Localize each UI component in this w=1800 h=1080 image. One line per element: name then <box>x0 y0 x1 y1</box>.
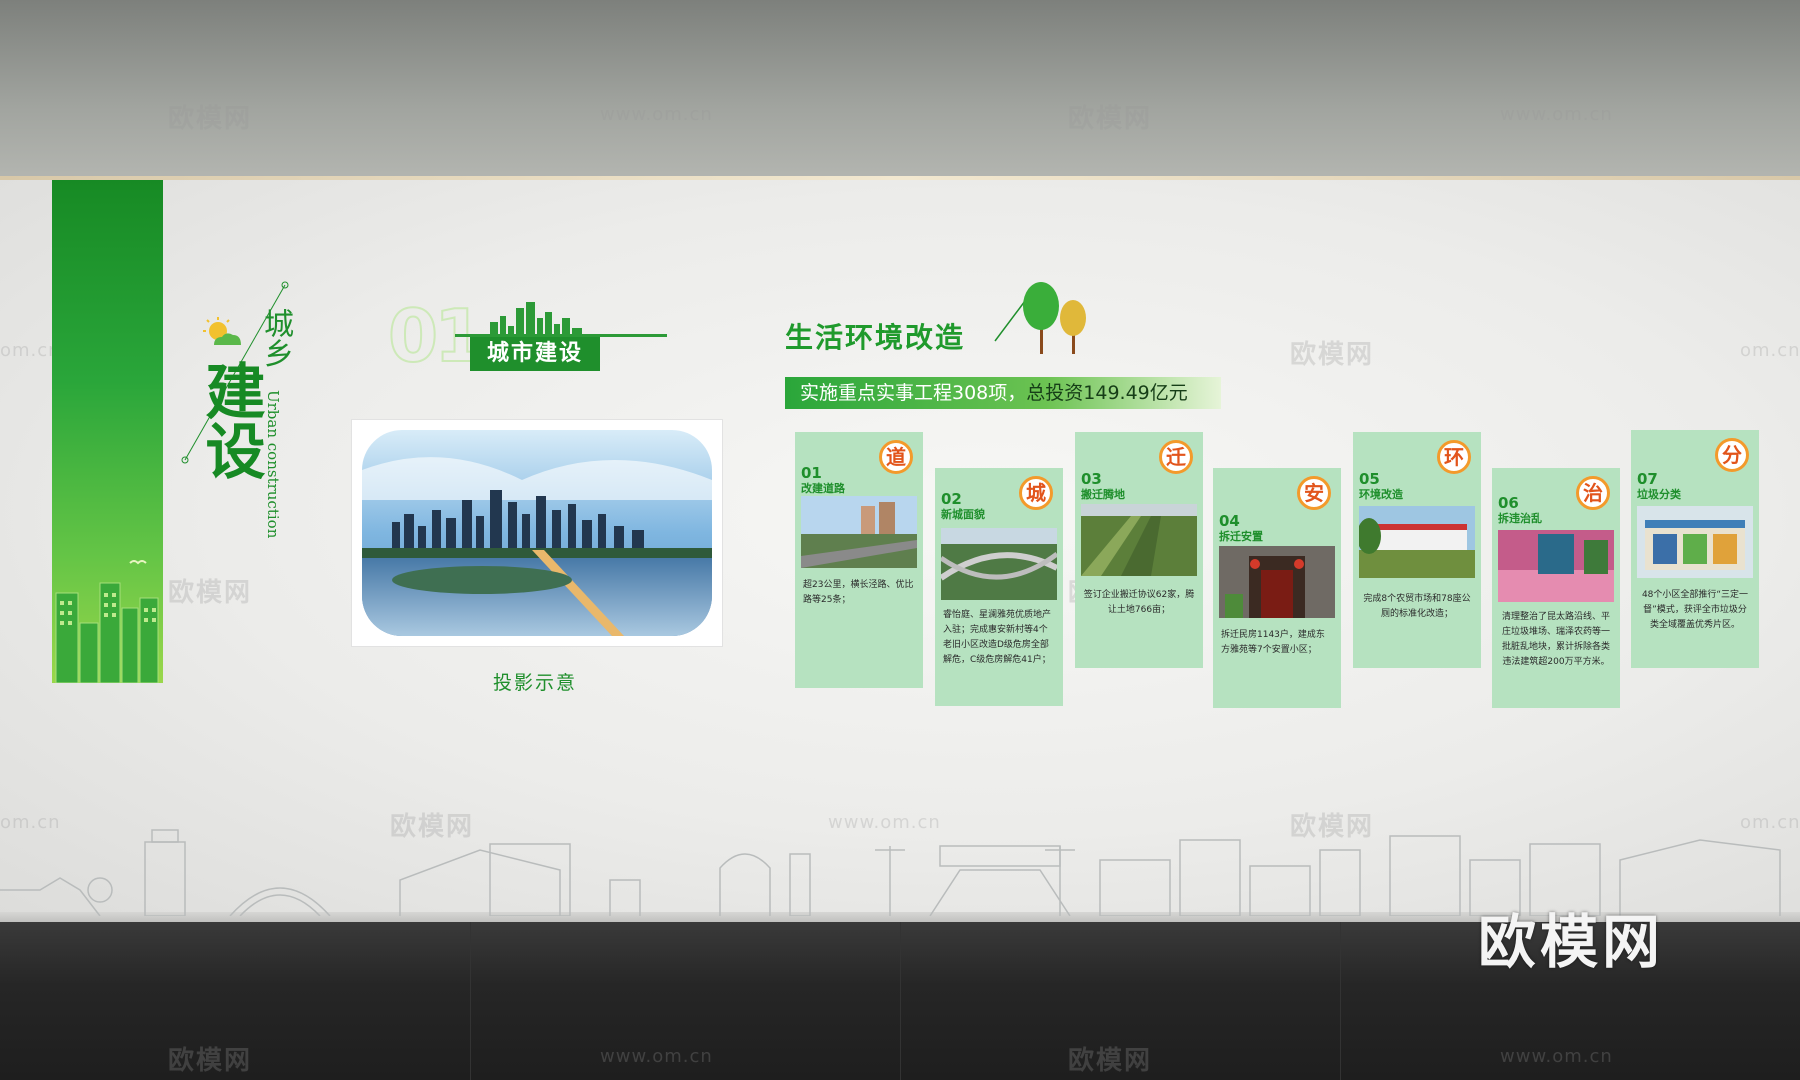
card-description: 超23公里，横长泾路、优比路等25条； <box>803 580 914 605</box>
life-title: 生活环境改造 <box>785 321 966 354</box>
card-label: 拆违治乱 <box>1498 512 1542 525</box>
project-card: 治 06 拆违治乱 清理整治了昆太路沿线、平庄垃圾堆场、瑞泽农药等一批脏乱地块，… <box>1492 468 1620 708</box>
card-label: 搬迁腾地 <box>1081 488 1125 501</box>
road-photo <box>801 496 917 568</box>
watermark-brand: 欧模网 <box>1068 1046 1153 1076</box>
life-summary-text: 实施重点实事工程308项，总投资149.49亿元 <box>800 379 1188 407</box>
project-card: 安 04 拆迁安置 拆迁民房1143户，建成东方雅苑等7个安置小区； <box>1213 468 1341 708</box>
courtyard-gate-photo <box>1219 546 1335 618</box>
card-badge: 道 <box>879 440 913 474</box>
card-label: 环境改造 <box>1359 488 1403 501</box>
city-buildings-icon <box>55 560 159 683</box>
watermark-large: 欧模网 <box>1478 908 1665 976</box>
life-summary-suffix: 总投资149.49亿元 <box>1026 382 1188 404</box>
watermark-url: www.om.cn <box>1500 1046 1613 1067</box>
card-description: 睿怡庭、星澜雅苑优质地产入驻；完成惠安新村等4个老旧小区改造D级危房全部解危，C… <box>943 610 1052 665</box>
card-description: 完成8个农贸市场和78座公厕的标准化改造； <box>1363 594 1471 619</box>
tree-icon <box>1023 282 1086 354</box>
project-card: 道 01 改建道路 超23公里，横长泾路、优比路等25条； <box>795 432 923 688</box>
waste-station-photo <box>1637 506 1753 578</box>
projection-caption: 投影示意 <box>492 672 577 694</box>
card-label: 拆迁安置 <box>1219 530 1263 543</box>
card-badge: 安 <box>1297 476 1331 510</box>
card-label: 垃圾分类 <box>1637 488 1681 501</box>
title-small: 城乡 <box>258 308 293 368</box>
skyline-icon <box>490 302 582 338</box>
card-label: 新城面貌 <box>941 508 985 521</box>
interchange-photo <box>941 528 1057 600</box>
card-description: 48个小区全部推行“三定一督”模式，获评全市垃圾分类全域覆盖优秀片区。 <box>1641 590 1749 630</box>
project-card: 环 05 环境改造 完成8个农贸市场和78座公厕的标准化改造； <box>1353 432 1481 668</box>
floor-tile-line <box>470 922 471 1080</box>
market-photo <box>1359 506 1475 578</box>
floor-tile-line <box>900 922 901 1080</box>
card-badge: 城 <box>1019 476 1053 510</box>
card-description: 签订企业搬迁协议62家，腾让土地766亩； <box>1083 590 1195 615</box>
life-summary-prefix: 实施重点实事工程308项， <box>800 382 1027 404</box>
watermark-url: www.om.cn <box>600 104 713 125</box>
card-badge: 治 <box>1576 476 1610 510</box>
card-badge: 环 <box>1437 440 1471 474</box>
ceiling <box>0 0 1800 178</box>
farmland-photo <box>1081 504 1197 576</box>
project-card: 迁 03 搬迁腾地 签订企业搬迁协议62家，腾让土地766亩； <box>1075 432 1203 668</box>
project-card: 城 02 新城面貌 睿怡庭、星澜雅苑优质地产入驻；完成惠安新村等4个老旧小区改造… <box>935 468 1063 706</box>
card-description: 拆迁民房1143户，建成东方雅苑等7个安置小区； <box>1221 630 1325 655</box>
watermark-url: om.cn <box>1740 340 1800 361</box>
watermark-brand: 欧模网 <box>1068 104 1153 134</box>
title-english: Urban construction <box>264 390 282 539</box>
watermark-brand: 欧模网 <box>168 104 253 134</box>
watermark-brand: 欧模网 <box>1290 340 1375 370</box>
watermark-url: www.om.cn <box>1500 104 1613 125</box>
watermark-brand: 欧模网 <box>168 1046 253 1076</box>
title-large: 建设 <box>195 360 265 480</box>
indoor-market-photo <box>1498 530 1614 602</box>
watermark-url: www.om.cn <box>600 1046 713 1067</box>
section-title: 城市建设 <box>470 337 600 371</box>
watermark-brand: 欧模网 <box>168 578 253 608</box>
card-description: 清理整治了昆太路沿线、平庄垃圾堆场、瑞泽农药等一批脏乱地块，累计拆除各类违法建筑… <box>1501 612 1610 667</box>
city-skyline-photo <box>362 430 712 636</box>
card-badge: 分 <box>1715 438 1749 472</box>
card-badge: 迁 <box>1159 440 1193 474</box>
green-banner <box>52 180 163 683</box>
floor-tile-line <box>1340 922 1341 1080</box>
sun-cloud-icon <box>203 317 241 345</box>
card-label: 改建道路 <box>801 482 845 495</box>
projection-frame <box>352 420 722 646</box>
project-card: 分 07 垃圾分类 48个小区全部推行“三定一督”模式，获评全市垃圾分类全域覆盖… <box>1631 430 1759 668</box>
